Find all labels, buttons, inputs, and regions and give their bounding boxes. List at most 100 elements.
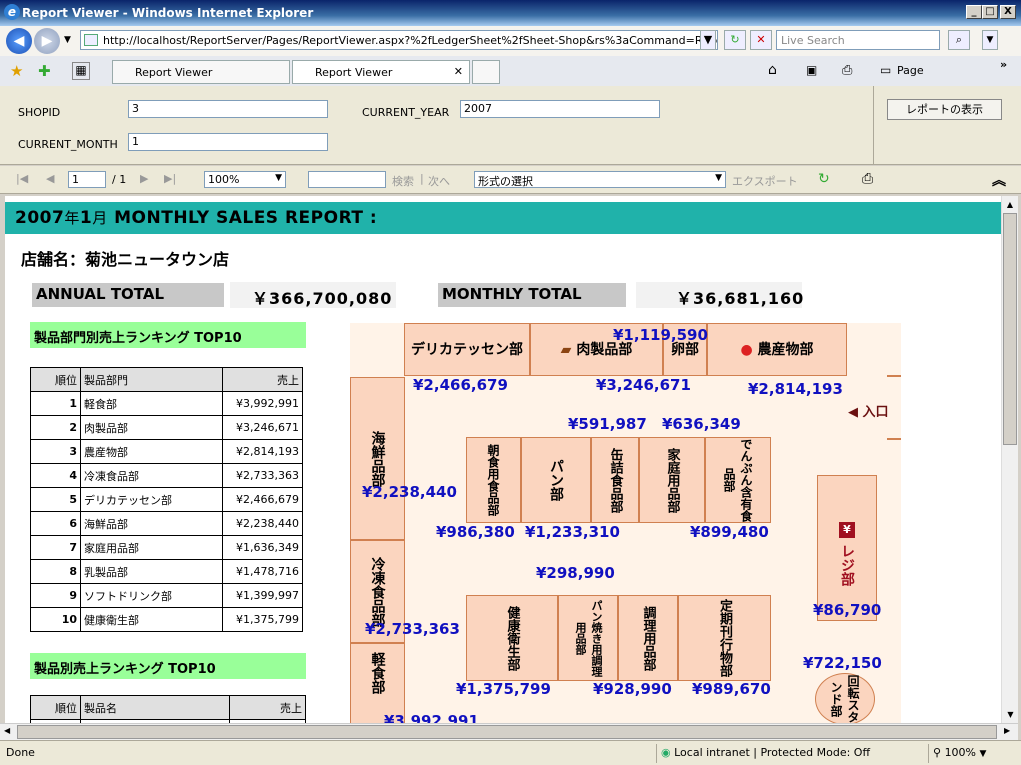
forward-button[interactable]: ▶	[34, 28, 60, 54]
seafood-dept-box: 海鮮品部	[350, 377, 405, 540]
bread-dept-label: パン部	[548, 459, 564, 501]
deli-dept-box: デリカテッセン部	[404, 323, 530, 376]
breakfast-amount: ¥986,380	[436, 523, 515, 541]
export-format-select[interactable]: 形式の選択 ▼	[474, 171, 726, 188]
print-icon[interactable]: ⎙	[842, 63, 852, 78]
banner-year-unit: 年	[64, 209, 80, 227]
favorites-star-icon[interactable]: ★	[10, 62, 23, 80]
close-window-button[interactable]: X	[1000, 5, 1016, 19]
zoom-select[interactable]: 100% ▼	[204, 171, 286, 188]
periodical-dept-box: 定期刊行物部	[678, 595, 771, 681]
window-titlebar: e Report Viewer - Windows Internet Explo…	[0, 0, 1021, 26]
sales-cell: ¥1,375,799	[222, 607, 303, 632]
sales-cell: ¥2,466,679	[222, 487, 303, 512]
header-sales: 売上	[222, 367, 303, 392]
baking-supply-dept-box: パン焼き用調理用品部	[558, 595, 618, 681]
status-text: Done	[6, 746, 35, 759]
print-report-icon[interactable]: ⎙	[862, 171, 873, 187]
address-toolbar: ◀ ▶ ▼ http://localhost/ReportServer/Page…	[0, 26, 1021, 56]
table-header-row: 順位 製品名 売上	[30, 695, 306, 720]
product-ranking-title: 製品別売上ランキング TOP10	[30, 653, 306, 679]
meat-dept-label: 肉製品部	[576, 342, 633, 358]
tab-report-viewer-2[interactable]: Report Viewer ✕	[292, 60, 470, 84]
scroll-left-icon[interactable]: ◀	[4, 726, 10, 735]
entrance-label: ◀ 入口	[848, 405, 889, 420]
table-row: 6 海鮮品部 ¥2,238,440	[30, 511, 303, 536]
find-link[interactable]: 検索	[392, 173, 414, 189]
report-banner: 2007年1月 MONTHLY SALES REPORT :	[5, 202, 1001, 234]
periodical-amount: ¥989,670	[692, 680, 771, 698]
horizontal-scrollbar[interactable]: ◀ ▶	[0, 723, 1018, 740]
current-year-input[interactable]: 2007	[460, 100, 660, 118]
last-page-icon[interactable]: ▶|	[164, 172, 176, 185]
table-header-row: 順位 製品部門 売上	[30, 367, 303, 392]
search-icon[interactable]: ⌕	[948, 30, 970, 50]
header-rank: 順位	[30, 367, 81, 392]
next-page-icon[interactable]: ▶	[140, 172, 148, 185]
zoom-icon: ⚲	[933, 746, 942, 759]
baking-supply-dept-label: パン焼き用調理用品部	[574, 599, 603, 677]
sales-cell: ¥2,733,363	[222, 463, 303, 488]
scroll-down-icon[interactable]: ▼	[1002, 706, 1019, 723]
first-page-icon[interactable]: |◀	[16, 172, 28, 185]
aisle-amount: ¥298,990	[536, 564, 615, 582]
egg-amount: ¥1,119,590	[613, 326, 708, 344]
chevron-down-icon: ▼	[715, 173, 722, 183]
feeds-icon[interactable]: ▣	[806, 63, 817, 77]
produce-amount: ¥2,814,193	[748, 380, 843, 398]
view-report-button[interactable]: レポートの表示	[887, 99, 1002, 120]
add-favorites-icon[interactable]: ✚	[38, 62, 51, 80]
quick-tabs-icon[interactable]: ▦	[72, 62, 90, 80]
live-search-input[interactable]: Live Search	[776, 30, 940, 50]
header-dept: 製品部門	[80, 367, 223, 392]
dept-cell: デリカテッセン部	[80, 487, 223, 512]
current-month-input[interactable]: 1	[128, 133, 328, 151]
stop-icon[interactable]: ✕	[750, 30, 772, 50]
tab-report-viewer-1[interactable]: Report Viewer	[112, 60, 290, 84]
search-options-icon[interactable]: ▼	[982, 30, 998, 50]
shopid-input[interactable]: 3	[128, 100, 328, 118]
history-dropdown-icon[interactable]: ▼	[64, 35, 71, 45]
minimize-button[interactable]: _	[966, 5, 982, 19]
zoom-control[interactable]: ⚲ 100% ▼	[928, 744, 1014, 763]
page-number-input[interactable]: 1	[68, 171, 106, 188]
rank-cell: 1	[30, 391, 81, 416]
entrance-line-top	[887, 375, 901, 377]
scroll-thumb[interactable]	[17, 725, 997, 739]
prev-page-icon[interactable]: ◀	[46, 172, 54, 185]
export-link[interactable]: エクスポート	[732, 173, 798, 189]
health-amount: ¥1,375,799	[456, 680, 551, 698]
scroll-thumb[interactable]	[1003, 213, 1017, 445]
address-input[interactable]: http://localhost/ReportServer/Pages/Repo…	[80, 30, 718, 50]
annual-total-value: ￥366,700,080	[230, 282, 396, 308]
home-icon[interactable]: ⌂	[768, 62, 777, 78]
find-next-link[interactable]: 次へ	[428, 173, 450, 189]
toolbar-overflow-icon[interactable]: »	[1000, 58, 1007, 71]
table-row: 1 軽食部 ¥3,992,991	[30, 391, 303, 416]
chevron-down-icon: ▼	[979, 749, 987, 759]
vegetable-icon: ●	[740, 342, 753, 358]
starch-dept-label: でんぷん含有食品部	[722, 438, 753, 522]
monthly-total-label: MONTHLY TOTAL	[438, 283, 626, 307]
sales-cell: ¥2,238,440	[222, 511, 303, 536]
refresh-report-icon[interactable]: ↻	[818, 171, 830, 187]
report-body: 2007年1月 MONTHLY SALES REPORT : 店舗名：菊池ニュー…	[5, 196, 1001, 723]
address-dropdown-icon[interactable]: ▼	[700, 30, 716, 50]
sales-cell: ¥1,636,349	[222, 535, 303, 560]
health-dept-label: 健康衛生部	[504, 605, 520, 671]
close-tab-icon[interactable]: ✕	[454, 65, 463, 78]
find-input[interactable]	[308, 171, 386, 188]
page-menu[interactable]: Page	[897, 64, 924, 77]
collapse-params-icon[interactable]: ︽	[992, 170, 1006, 190]
household-amount: ¥636,349	[662, 415, 741, 433]
maximize-button[interactable]: □	[982, 5, 998, 19]
new-tab-button[interactable]	[472, 60, 500, 84]
scroll-up-icon[interactable]: ▲	[1002, 196, 1018, 213]
refresh-icon[interactable]: ↻	[724, 30, 746, 50]
rank-cell: 7	[30, 535, 81, 560]
vertical-scrollbar[interactable]: ▲ ▼	[1001, 196, 1018, 723]
scroll-right-icon[interactable]: ▶	[1004, 726, 1010, 735]
dept-cell: ソフトドリンク部	[80, 583, 223, 608]
carousel-stand-box: 回転スタンド部	[815, 673, 875, 723]
back-button[interactable]: ◀	[6, 28, 32, 54]
